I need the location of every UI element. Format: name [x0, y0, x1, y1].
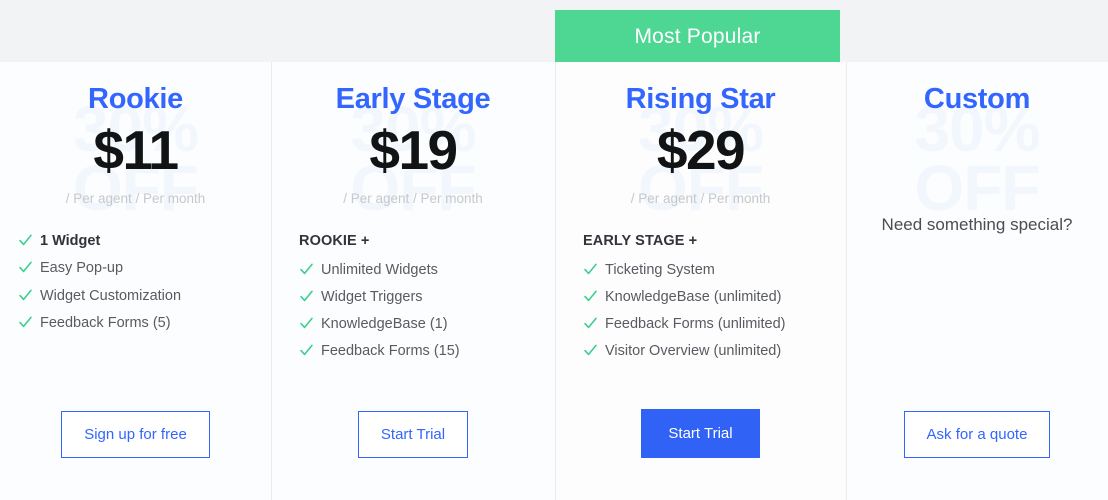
feature-label: KnowledgeBase (unlimited): [605, 288, 782, 305]
plan-columns: 30% OFF Rookie $11 / Per agent / Per mon…: [0, 62, 1108, 500]
plan-card-rising-star[interactable]: 30% OFF Rising Star $29 / Per agent / Pe…: [555, 62, 846, 500]
check-icon: [299, 262, 314, 277]
check-icon: [299, 289, 314, 304]
check-icon: [18, 288, 33, 303]
feature-label: Visitor Overview (unlimited): [605, 343, 782, 360]
ask-for-quote-button[interactable]: Ask for a quote: [903, 411, 1051, 458]
custom-tagline: Need something special?: [881, 214, 1073, 234]
check-icon: [18, 233, 33, 248]
feature-label: Easy Pop-up: [40, 260, 124, 277]
cta-wrap: Start Trial: [271, 411, 555, 458]
list-item: Easy Pop-up: [18, 261, 271, 276]
feature-list-rising-star: EARLY STAGE + Ticketing System Knowledge…: [555, 234, 846, 371]
feature-list-rookie: 1 Widget Easy Pop-up Widget Customizatio…: [0, 233, 271, 343]
plan-period-rising-star: / Per agent / Per month: [630, 190, 771, 206]
list-item: Visitor Overview (unlimited): [583, 344, 846, 359]
start-trial-button-early-stage[interactable]: Start Trial: [357, 411, 469, 458]
start-trial-button-rising-star[interactable]: Start Trial: [641, 409, 760, 458]
check-icon: [583, 343, 598, 358]
feature-label: Feedback Forms (unlimited): [605, 316, 786, 333]
banner-strip: [0, 0, 1108, 62]
check-icon: [583, 262, 598, 277]
feature-label: Ticketing System: [605, 261, 715, 278]
feature-label: Widget Customization: [40, 287, 182, 304]
plan-card-early-stage[interactable]: 30% OFF Early Stage $19 / Per agent / Pe…: [271, 62, 555, 500]
check-icon: [299, 316, 314, 331]
check-icon: [583, 316, 598, 331]
check-icon: [583, 289, 598, 304]
feature-label: Feedback Forms (5): [40, 314, 171, 331]
feature-list-heading: ROOKIE +: [299, 233, 370, 250]
plan-price-rising-star: $29: [656, 118, 746, 181]
feature-label: 1 Widget: [40, 233, 101, 250]
feature-label: Widget Triggers: [321, 288, 423, 305]
list-item: Widget Triggers: [299, 288, 555, 305]
plan-name-rookie: Rookie: [88, 83, 183, 115]
feature-list-heading: EARLY STAGE +: [583, 233, 698, 250]
most-popular-banner: Most Popular: [555, 10, 840, 62]
feature-label: Feedback Forms (15): [321, 343, 460, 360]
cta-wrap: Sign up for free: [0, 411, 271, 458]
list-item: KnowledgeBase (unlimited): [583, 288, 846, 305]
plan-name-custom: Custom: [923, 83, 1031, 115]
most-popular-label: Most Popular: [634, 24, 761, 48]
plan-period-rookie: / Per agent / Per month: [65, 190, 206, 206]
plan-card-rookie[interactable]: 30% OFF Rookie $11 / Per agent / Per mon…: [0, 62, 271, 500]
plan-period-early-stage: / Per agent / Per month: [343, 190, 483, 206]
feature-list-early-stage: ROOKIE + Unlimited Widgets Widget Trigge…: [271, 234, 555, 371]
plan-name-early-stage: Early Stage: [335, 83, 491, 115]
list-item: Feedback Forms (unlimited): [583, 316, 846, 333]
list-item: Feedback Forms (5): [18, 314, 271, 331]
plan-card-custom[interactable]: 30% OFF Custom Need something special? A…: [846, 62, 1108, 500]
check-icon: [18, 315, 33, 330]
plan-name-rising-star: Rising Star: [625, 83, 776, 115]
check-icon: [18, 260, 33, 275]
cta-wrap: Ask for a quote: [846, 411, 1108, 458]
list-item: Unlimited Widgets: [299, 261, 555, 278]
list-item: Widget Customization: [18, 287, 271, 304]
plan-price-rookie: $11: [93, 118, 179, 181]
list-item: 1 Widget: [18, 233, 271, 250]
cta-wrap: Start Trial: [555, 409, 846, 458]
check-icon: [299, 343, 314, 358]
list-item: KnowledgeBase (1): [299, 316, 555, 333]
list-item: Feedback Forms (15): [299, 344, 555, 359]
signup-free-button[interactable]: Sign up for free: [61, 411, 210, 458]
feature-label: Unlimited Widgets: [321, 261, 438, 278]
pricing-table: Most Popular 30% OFF Rookie $11 / Per ag…: [0, 0, 1108, 500]
plan-price-early-stage: $19: [369, 118, 458, 181]
list-item: Ticketing System: [583, 261, 846, 278]
feature-label: KnowledgeBase (1): [321, 316, 448, 333]
